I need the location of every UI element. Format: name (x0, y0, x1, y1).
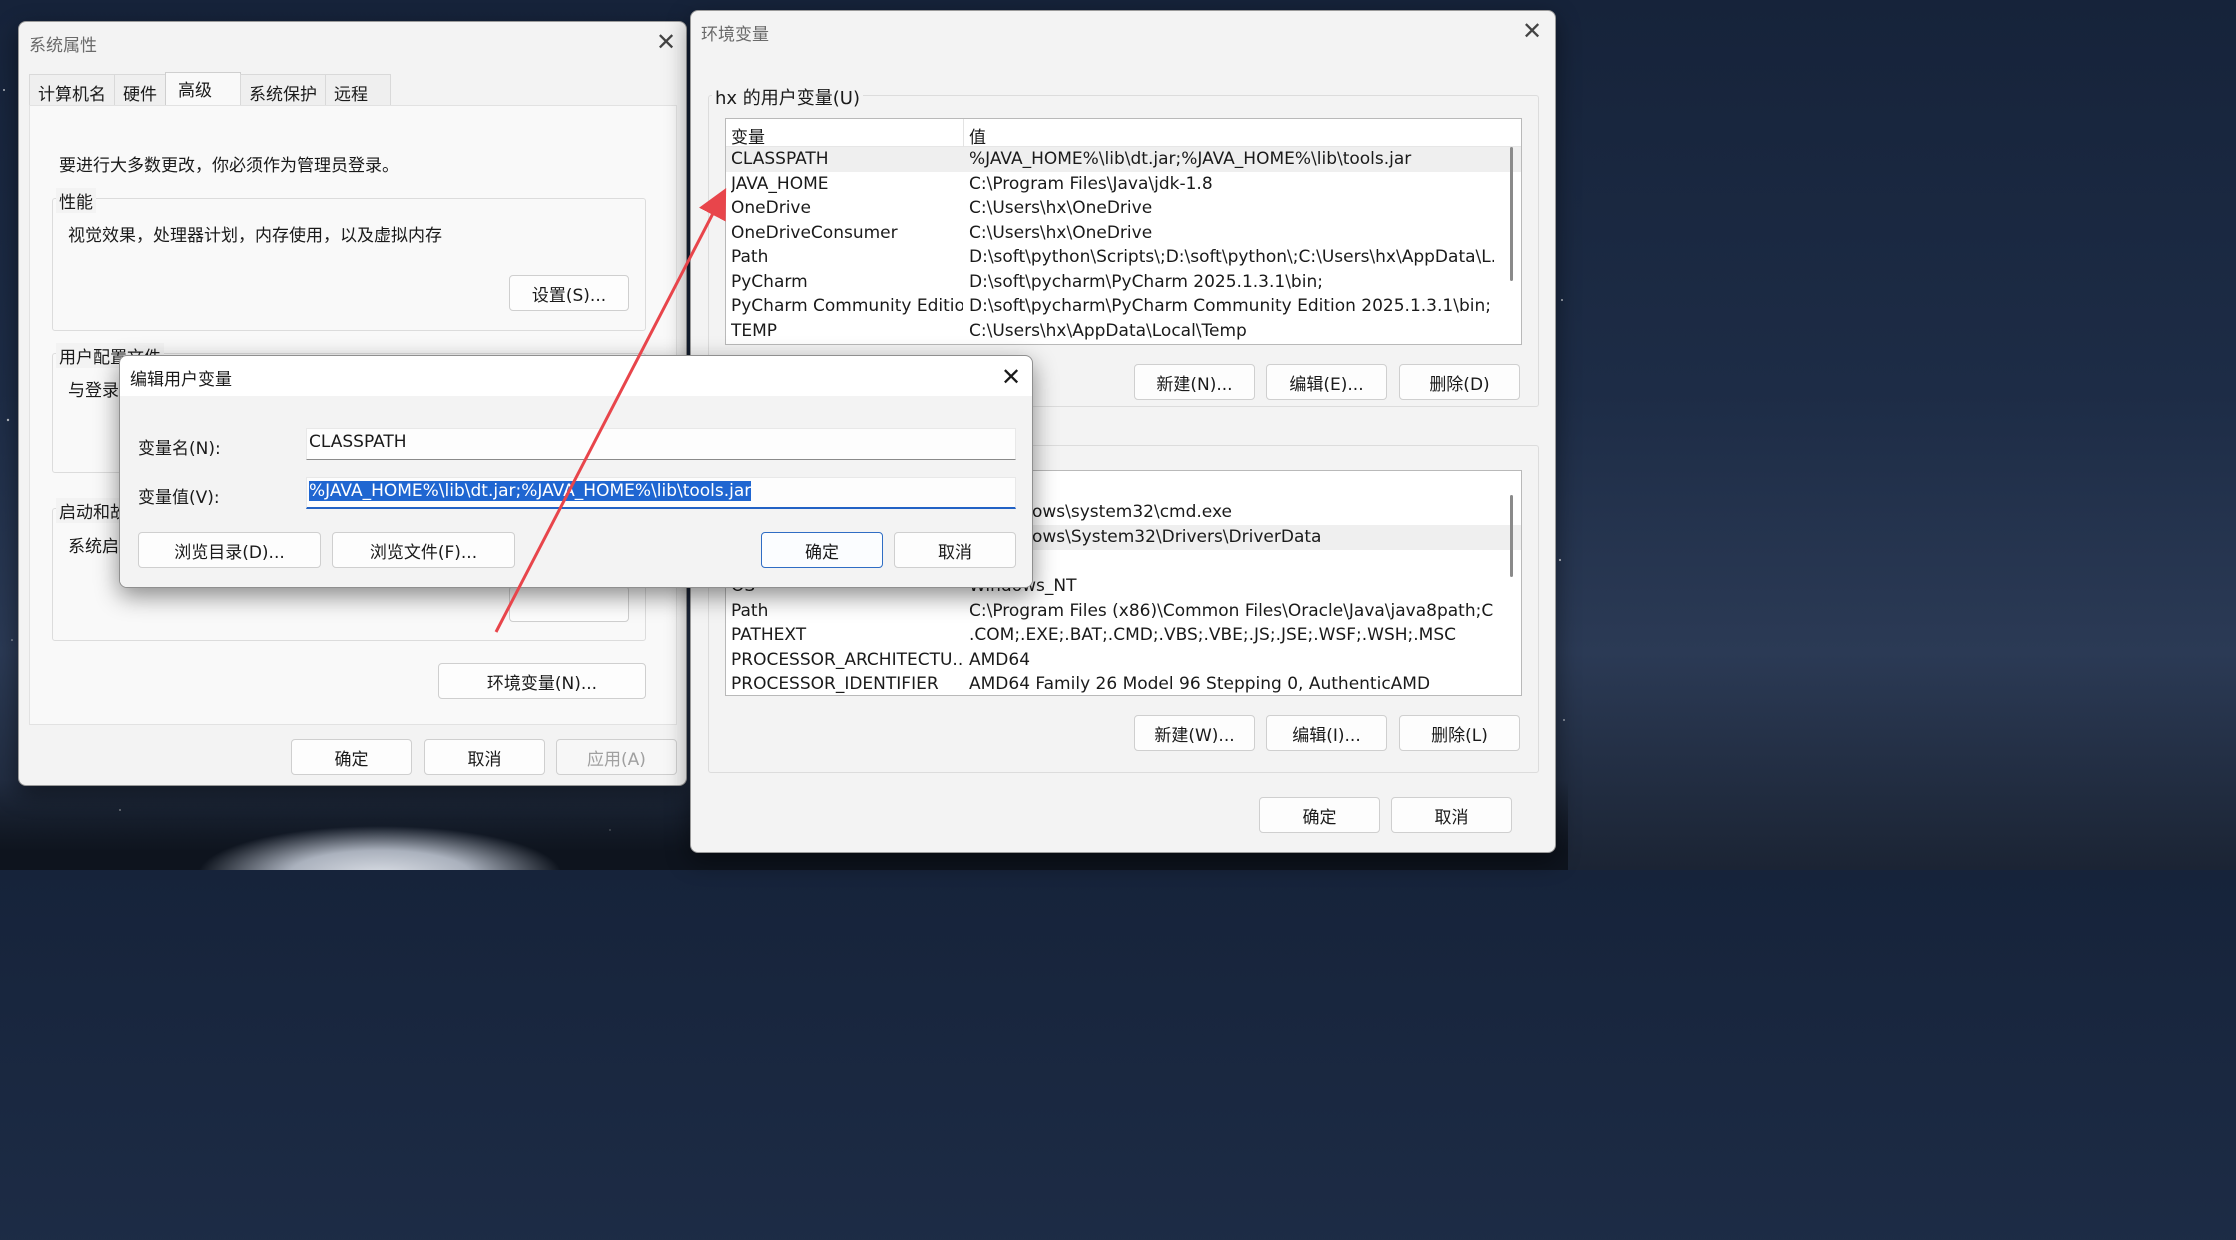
table-row[interactable]: OneDrive C:\Users\hx\OneDrive (726, 196, 1521, 221)
variable-name-cell: Path (731, 601, 769, 621)
tab-computer-name[interactable]: 计算机名 (29, 74, 115, 106)
variable-name-label: 变量名(N): (138, 439, 221, 459)
variable-value-cell: .COM;.EXE;.BAT;.CMD;.VBS;.VBE;.JS;.JSE;.… (969, 625, 1457, 645)
table-row[interactable]: JAVA_HOME C:\Program Files\Java\jdk-1.8 (726, 172, 1521, 197)
variable-name-cell: CLASSPATH (731, 149, 829, 169)
cancel-button[interactable]: 取消 (894, 532, 1016, 568)
window-title: 环境变量 (701, 25, 769, 45)
close-icon[interactable]: ✕ (1001, 365, 1021, 389)
table-row[interactable]: PyCharm D:\soft\pycharm\PyCharm 2025.1.3.… (726, 270, 1521, 295)
variable-name-cell: PROCESSOR_ARCHITECTU... (731, 650, 963, 670)
variable-value-cell: D:\soft\pycharm\PyCharm Community Editio… (969, 296, 1491, 316)
tab-hardware[interactable]: 硬件 (114, 74, 166, 106)
variable-name-cell: TEMP (731, 320, 778, 341)
variable-value-cell: AMD64 (969, 650, 1031, 670)
scrollbar-thumb[interactable] (1510, 147, 1513, 281)
tab-advanced[interactable]: 高级 (165, 72, 241, 106)
table-row[interactable]: CLASSPATH %JAVA_HOME%\lib\dt.jar;%JAVA_HO… (726, 147, 1521, 172)
admin-notice: 要进行大多数更改，你必须作为管理员登录。 (59, 156, 399, 176)
user-variables-label: hx 的用户变量(U) (712, 84, 864, 110)
selected-text: %JAVA_HOME%\lib\dt.jar;%JAVA_HOME%\lib\t… (309, 481, 752, 501)
variable-value-cell: AMD64 Family 26 Model 96 Stepping 0, Aut… (969, 674, 1431, 694)
ok-button[interactable]: 确定 (291, 739, 412, 775)
system-edit-button[interactable]: 编辑(I)... (1266, 715, 1387, 751)
variable-value-cell: C:\Program Files (x86)\Common Files\Orac… (969, 601, 1494, 621)
table-row[interactable]: PATHEXT .COM;.EXE;.BAT;.CMD;.VBS;.VBE;.JS… (726, 623, 1521, 648)
variable-name-cell: PATHEXT (731, 625, 807, 645)
user-new-button[interactable]: 新建(N)... (1134, 364, 1255, 400)
tab-remote[interactable]: 远程 (325, 74, 391, 106)
table-row[interactable]: PyCharm Community Edition D:\soft\pycharm… (726, 294, 1521, 319)
scrollbar[interactable] (1503, 147, 1519, 344)
apply-button[interactable]: 应用(A) (556, 739, 677, 775)
user-delete-button[interactable]: 删除(D) (1399, 364, 1520, 400)
user-variables-list[interactable]: 变量 值 CLASSPATH %JAVA_HOME%\lib\dt.jar;%JA… (725, 118, 1522, 345)
variable-name-cell: PyCharm Community Edition (731, 296, 963, 316)
variable-value-cell: C:\Program Files\Java\jdk-1.8 (969, 173, 1213, 194)
variable-value-label: 变量值(V): (138, 488, 220, 508)
ok-button[interactable]: 确定 (1259, 797, 1380, 833)
environment-variables-button[interactable]: 环境变量(N)... (438, 663, 646, 699)
variable-value-cell: C:\Users\hx\AppData\Local\Temp (969, 320, 1247, 341)
variable-value-cell: Windows_NT (969, 576, 1494, 596)
list-header: 变量 值 (726, 119, 1521, 148)
ok-button[interactable]: 确定 (761, 532, 883, 568)
close-icon[interactable]: ✕ (656, 30, 676, 54)
column-header-value[interactable]: 值 (969, 123, 986, 148)
scrollbar[interactable] (1503, 491, 1519, 691)
variable-value-cell: ows\system32\cmd.exe (1032, 502, 1232, 522)
window-title: 系统属性 (29, 36, 97, 56)
performance-description: 视觉效果，处理器计划，内存使用，以及虚拟内存 (68, 226, 442, 246)
variable-name-cell: Path (731, 247, 769, 267)
system-delete-button[interactable]: 删除(L) (1399, 715, 1520, 751)
table-row[interactable]: Path D:\soft\python\Scripts\;D:\soft\pyth… (726, 245, 1521, 270)
user-edit-button[interactable]: 编辑(E)... (1266, 364, 1387, 400)
cancel-button[interactable]: 取消 (1391, 797, 1512, 833)
table-row[interactable]: TEMP C:\Users\hx\AppData\Local\Temp (726, 319, 1521, 344)
variable-name-cell: OneDriveConsumer (731, 222, 898, 243)
performance-label: 性能 (56, 188, 96, 213)
variable-value-cell: D:\soft\python\Scripts\;D:\soft\python\;… (969, 247, 1494, 267)
variable-value-field[interactable]: %JAVA_HOME%\lib\dt.jar;%JAVA_HOME%\lib\t… (306, 477, 1016, 509)
table-row[interactable]: PROCESSOR_ARCHITECTU... AMD64 (726, 648, 1521, 673)
dialog-body: 变量名(N): CLASSPATH 变量值(V): %JAVA_HOME%\li… (120, 396, 1032, 587)
variable-name-field[interactable]: CLASSPATH (306, 428, 1016, 460)
edit-user-variable-dialog: 编辑用户变量 ✕ 变量名(N): CLASSPATH 变量值(V): %JAVA… (119, 355, 1033, 588)
variable-value-cell: C:\Users\hx\OneDrive (969, 222, 1153, 243)
user-profiles-description: 与登录 (68, 381, 119, 401)
startup-recovery-description: 系统启 (68, 537, 119, 557)
column-header-variable[interactable]: 变量 (731, 123, 765, 148)
tab-bar: 计算机名 硬件 高级 系统保护 远程 (29, 72, 391, 106)
variable-name-cell: OneDrive (731, 198, 811, 218)
variable-name-cell: PROCESSOR_IDENTIFIER (731, 674, 939, 694)
table-row[interactable]: OneDriveConsumer C:\Users\hx\OneDrive (726, 221, 1521, 246)
performance-settings-button[interactable]: 设置(S)... (509, 275, 629, 311)
variable-value-cell: %JAVA_HOME%\lib\dt.jar;%JAVA_HOME%\lib\t… (969, 149, 1412, 169)
cancel-button[interactable]: 取消 (424, 739, 545, 775)
tab-system-protection[interactable]: 系统保护 (240, 74, 326, 106)
table-row[interactable]: PROCESSOR_IDENTIFIER AMD64 Family 26 Mode… (726, 672, 1521, 695)
system-new-button[interactable]: 新建(W)... (1134, 715, 1255, 751)
close-icon[interactable]: ✕ (1522, 19, 1542, 43)
variable-value-cell: C:\Users\hx\OneDrive (969, 198, 1153, 218)
dialog-title: 编辑用户变量 (130, 370, 232, 390)
variable-value-cell: ows\System32\Drivers\DriverData (1032, 527, 1322, 547)
scrollbar-thumb[interactable] (1510, 495, 1513, 577)
performance-group (52, 198, 646, 331)
variable-value-cell: D:\soft\pycharm\PyCharm 2025.1.3.1\bin; (969, 271, 1323, 292)
variable-name-cell: PyCharm (731, 271, 808, 292)
startup-settings-button[interactable] (509, 586, 629, 622)
variable-name-cell: JAVA_HOME (731, 173, 829, 194)
browse-directory-button[interactable]: 浏览目录(D)... (138, 532, 321, 568)
browse-file-button[interactable]: 浏览文件(F)... (332, 532, 515, 568)
table-row[interactable]: Path C:\Program Files (x86)\Common Files\… (726, 599, 1521, 624)
